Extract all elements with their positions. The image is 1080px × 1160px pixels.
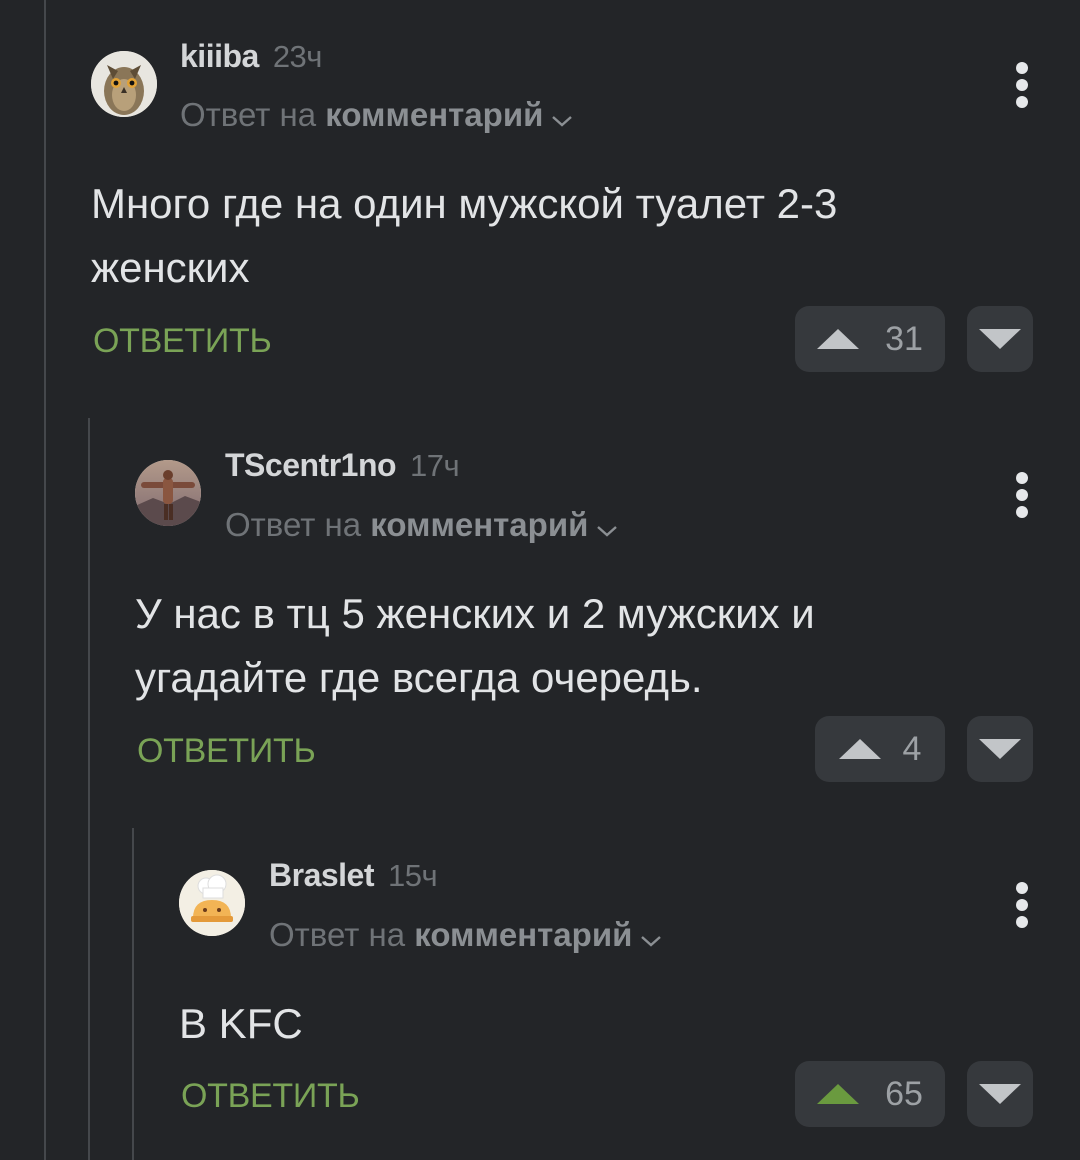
chevron-down-icon[interactable] — [596, 508, 618, 546]
rating-count: 31 — [885, 319, 923, 358]
comment-text-line: Много где на один мужской туалет 2-3 — [91, 180, 838, 227]
reply-prefix: Ответ на — [225, 506, 362, 543]
upvote-icon — [838, 739, 881, 759]
reply-button[interactable]: ОТВЕТИТЬ — [137, 732, 316, 771]
comment-text: В KFC — [179, 992, 303, 1056]
reply-to-link[interactable]: Ответ на комментарий — [269, 916, 662, 956]
reply-to-link[interactable]: Ответ на комментарий — [180, 96, 573, 136]
comment-time: 23ч — [272, 39, 323, 74]
comment-text-line: женских — [91, 244, 250, 291]
comment-author[interactable]: kiiiba 23ч — [180, 38, 322, 75]
comment-text-line: В KFC — [179, 1000, 303, 1047]
comment-time: 17ч — [410, 448, 460, 483]
reply-target[interactable]: комментарий — [325, 96, 543, 133]
reply-target[interactable]: комментарий — [370, 506, 588, 543]
thread-line-level-2 — [88, 418, 90, 1160]
comment-author[interactable]: Braslet 15ч — [269, 857, 438, 894]
downvote-icon — [979, 329, 1021, 349]
reply-button[interactable]: ОТВЕТИТЬ — [93, 322, 272, 361]
comment-text-line: У нас в тц 5 женских и 2 мужских и — [135, 590, 815, 637]
more-options-icon[interactable] — [1012, 882, 1032, 930]
chef-avatar[interactable] — [179, 870, 245, 936]
rating-count: 65 — [885, 1074, 923, 1113]
reply-to-link[interactable]: Ответ на комментарий — [225, 506, 618, 546]
downvote-icon — [979, 739, 1021, 759]
downvote-button[interactable] — [967, 306, 1033, 372]
comment-text: Много где на один мужской туалет 2-3 жен… — [91, 172, 837, 300]
owl-avatar[interactable] — [91, 51, 157, 117]
author-name[interactable]: Braslet — [269, 857, 375, 893]
upvote-button[interactable]: 31 — [795, 306, 945, 372]
chevron-down-icon[interactable] — [640, 918, 662, 956]
downvote-button[interactable] — [967, 716, 1033, 782]
upvote-icon — [817, 1084, 860, 1104]
downvote-button[interactable] — [967, 1061, 1033, 1127]
comment-text-line: угадайте где всегда очередь. — [135, 654, 703, 701]
author-name[interactable]: TScentr1no — [225, 447, 397, 483]
comment-time: 15ч — [388, 858, 438, 893]
upvote-icon — [817, 329, 860, 349]
reply-prefix: Ответ на — [180, 96, 317, 133]
reply-prefix: Ответ на — [269, 916, 406, 953]
thread-line-level-1 — [44, 0, 46, 1160]
reply-target[interactable]: комментарий — [414, 916, 632, 953]
comment-author[interactable]: TScentr1no 17ч — [225, 447, 460, 484]
upvote-button[interactable]: 4 — [815, 716, 945, 782]
comment-text: У нас в тц 5 женских и 2 мужских и угада… — [135, 582, 815, 710]
rating-count: 4 — [902, 729, 922, 768]
chevron-down-icon[interactable] — [551, 98, 573, 136]
person-avatar[interactable] — [135, 460, 201, 526]
author-name[interactable]: kiiiba — [180, 38, 259, 74]
reply-button[interactable]: ОТВЕТИТЬ — [181, 1077, 360, 1116]
more-options-icon[interactable] — [1012, 472, 1032, 520]
thread-line-level-3 — [132, 828, 134, 1160]
more-options-icon[interactable] — [1012, 62, 1032, 110]
downvote-icon — [979, 1084, 1021, 1104]
upvote-button[interactable]: 65 — [795, 1061, 945, 1127]
